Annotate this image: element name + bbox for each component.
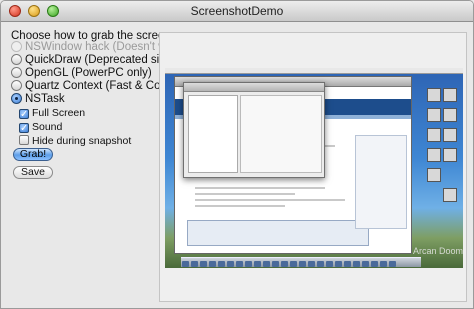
radio-label-opengl: OpenGL (PowerPC only) [25, 67, 152, 79]
radio-nstask[interactable]: NSTask [11, 93, 65, 105]
checkbox-hide-during-snapshot[interactable]: Hide during snapshot [19, 135, 131, 147]
preview-dialog-titlebar [184, 83, 324, 92]
radio-opengl[interactable]: OpenGL (PowerPC only) [11, 67, 152, 79]
checkbox-sound-label: Sound [32, 121, 63, 133]
preview-text-line [195, 193, 295, 195]
preview-text-line [195, 199, 345, 201]
preview-sidebar [355, 135, 407, 229]
preview-dialog-window [183, 82, 325, 178]
radio-button-quickdraw[interactable] [11, 54, 22, 65]
desktop-icon [443, 88, 457, 102]
preview-form [187, 220, 369, 246]
desktop-icon [443, 108, 457, 122]
checkbox-hide-during-snapshot-box[interactable] [19, 135, 29, 145]
checkbox-sound-box[interactable]: ✓ [19, 123, 29, 134]
radio-button-opengl[interactable] [11, 67, 22, 78]
desktop-icon [443, 128, 457, 142]
desktop-icon [427, 108, 441, 122]
preview-text-line [195, 205, 285, 207]
screenshot-preview-image: Arcan Doomban [165, 68, 463, 268]
checkbox-hide-during-snapshot-label: Hide during snapshot [32, 135, 132, 147]
preview-dialog-list [188, 95, 238, 173]
radio-button-quartz-context[interactable] [11, 80, 22, 91]
preview-dialog-content [240, 95, 322, 173]
radio-button-nswindow-hack [11, 41, 22, 52]
desktop-icon [443, 148, 457, 162]
preview-dock [181, 257, 421, 267]
checkbox-full-screen-box[interactable]: ✓ [19, 109, 29, 120]
checkbox-sound[interactable]: ✓ Sound [19, 121, 63, 134]
grab-button[interactable]: Grab! [13, 148, 53, 161]
radio-label-nstask: NSTask [25, 93, 65, 105]
radio-button-nstask[interactable] [11, 93, 22, 104]
title-bar[interactable]: ScreenshotDemo [1, 1, 473, 22]
desktop-icon [427, 148, 441, 162]
app-window: ScreenshotDemo Choose how to grab the sc… [0, 0, 474, 309]
checkbox-full-screen[interactable]: ✓ Full Screen [19, 107, 86, 120]
preview-watermark: Arcan Doomban [413, 246, 463, 256]
desktop-icon [427, 128, 441, 142]
desktop-icon [427, 88, 441, 102]
preview-text-line [195, 187, 325, 189]
desktop-icon [443, 188, 457, 202]
preview-menu-bar [165, 68, 463, 74]
window-title: ScreenshotDemo [190, 4, 284, 18]
desktop-icon [427, 168, 441, 182]
save-button[interactable]: Save [13, 166, 53, 179]
preview-desktop-icons [421, 88, 459, 238]
checkbox-full-screen-label: Full Screen [32, 107, 86, 119]
